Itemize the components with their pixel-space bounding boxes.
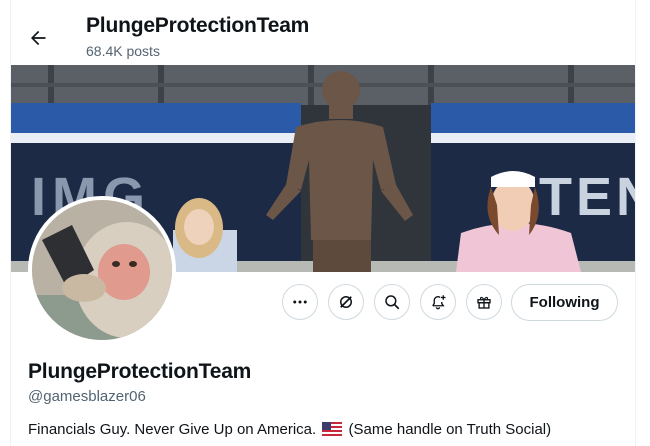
arrow-left-icon [31,30,46,46]
us-flag-icon [322,422,343,436]
following-button[interactable]: Following [511,284,618,321]
more-icon [293,300,307,304]
bio-text: Financials Guy. Never Give Up on America… [28,421,317,438]
search-button[interactable] [374,284,410,320]
grok-button[interactable] [328,284,364,320]
gift-icon [477,296,491,309]
subscribe-button[interactable] [466,284,502,320]
post-count: 68.4K posts [86,43,160,59]
grok-icon [340,296,352,308]
search-icon [385,295,400,310]
column-border-right [635,0,636,446]
bio-text-end: (Same handle on Truth Social) [348,421,552,438]
back-button[interactable] [22,22,54,54]
bell-plus-icon [432,295,446,310]
user-handle: @gamesblazer06 [28,388,146,405]
bio: Financials Guy. Never Give Up on America… [28,421,551,438]
more-button[interactable] [282,284,318,320]
page-title: PlungeProtectionTeam [86,14,310,37]
display-name: PlungeProtectionTeam [28,360,252,383]
avatar[interactable] [28,196,176,344]
banner-sign-right: TEN [539,167,635,227]
notifications-button[interactable] [420,284,456,320]
